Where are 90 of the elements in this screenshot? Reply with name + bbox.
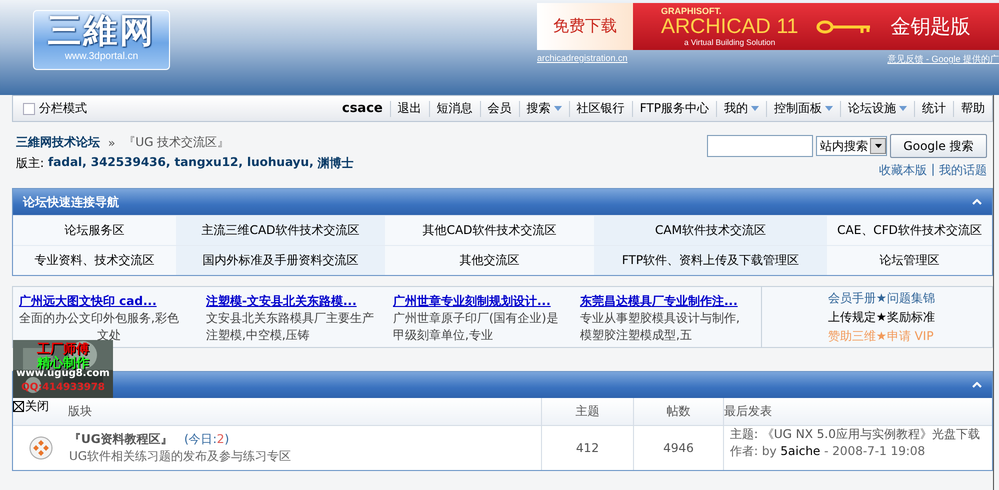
collapse-icon[interactable] — [972, 199, 982, 205]
moderator-link[interactable]: tangxu12 — [174, 155, 238, 172]
column-header: 帖数 — [633, 398, 723, 425]
username-link[interactable]: csace — [334, 100, 390, 116]
last-post-author: 作者: by 5aiche - 2008-7-1 19:08 — [730, 443, 926, 460]
column-mode-checkbox[interactable] — [23, 102, 35, 114]
ad-title-link[interactable]: 东莞昌达模具厂专业制作注... — [580, 293, 761, 310]
toolbar-link[interactable]: 帮助 — [953, 100, 992, 116]
ad-text: QQ:414933978 — [20, 382, 106, 393]
ad-title-link[interactable]: 注塑模-文安县北关东路模... — [206, 293, 387, 310]
forum-icon — [29, 436, 53, 460]
separator-text: , — [309, 155, 314, 171]
separator-text: , — [238, 155, 243, 171]
favorite-link[interactable]: 收藏本版 — [878, 162, 927, 179]
ad-title-link[interactable]: 广州远大图文快印 cad... — [19, 293, 200, 310]
quick-nav-link[interactable]: 论坛管理区 — [827, 245, 992, 275]
toolbar-link[interactable]: 社区银行 — [568, 100, 632, 116]
ad-title-link[interactable]: 广州世章专业刻制规划设计... — [393, 293, 574, 310]
quick-nav-link[interactable]: 其他交流区 — [385, 245, 594, 275]
ad-description: 广州世章原子印厂(国有企业)是 — [393, 310, 560, 327]
today-count: (今日:2) — [183, 432, 230, 446]
toolbar-link[interactable]: FTP服务中心 — [632, 100, 716, 116]
toolbar-link[interactable]: 短消息 — [428, 100, 480, 116]
toolbar-link[interactable]: 退出 — [390, 100, 429, 116]
banner-tagline: a Virtual Building Solution — [683, 38, 776, 47]
notice-link[interactable]: 会员手册★问题集锦 — [828, 289, 992, 308]
post-count: 4946 — [633, 425, 723, 470]
collapse-icon[interactable] — [972, 382, 982, 388]
ad-description: 全面的办公文印外包服务,彩色 — [19, 310, 180, 327]
toolbar-link[interactable]: 我的 — [716, 100, 766, 116]
quick-nav-title: 论坛快速连接导航 — [23, 194, 119, 210]
ad-description: 文安县北关东路模具厂主要生产 — [206, 310, 375, 327]
close-link[interactable]: 关闭 — [25, 398, 49, 415]
notice-link[interactable]: 上传规定★奖励标准 — [828, 308, 992, 327]
last-post-link[interactable]: 主题: 《UG NX 5.0应用与实例教程》光盘下载 — [730, 426, 980, 443]
floating-ad[interactable]: 工厂师傅 精心制作 www.ugug8.com QQ:414933978 — [13, 340, 113, 398]
column-header: 主题 — [541, 398, 633, 425]
banner-brand: GRAPHISOFT. — [661, 6, 723, 16]
search-field[interactable] — [707, 135, 813, 157]
quick-nav-link[interactable]: 国内外标准及手册资料交流区 — [176, 245, 385, 275]
dropdown-caret-icon — [554, 106, 562, 111]
dropdown-caret-icon — [825, 106, 833, 111]
quick-nav-link[interactable]: CAE、CFD软件技术交流区 — [827, 215, 992, 245]
banner-product: ARCHICAD 11 — [661, 16, 798, 38]
ad-banner[interactable]: GRAPHISOFT. ARCHICAD 11 a Virtual Building Solution 金钥匙版 — [633, 3, 999, 50]
my-topics-link[interactable]: 我的话题 — [939, 162, 987, 179]
logo-title: 三維网 — [48, 11, 156, 51]
quick-nav-link[interactable]: CAM软件技术交流区 — [594, 215, 827, 245]
breadcrumb-separator: » — [108, 136, 116, 150]
dropdown-caret-icon — [751, 106, 759, 111]
separator-text: , — [166, 155, 170, 171]
ad-text: 工厂师傅 — [37, 341, 90, 357]
moderators-label: 版主: — [16, 155, 44, 172]
quick-nav-link[interactable]: 专业资料、技术交流区 — [13, 245, 176, 275]
moderator-link[interactable]: luohuayu — [246, 155, 310, 172]
quick-nav-link[interactable]: FTP软件、资料上传及下载管理区 — [594, 245, 827, 275]
key-icon — [816, 18, 872, 34]
topic-count: 412 — [541, 425, 633, 470]
ad-description: 模塑胶注塑模成型,五 — [580, 327, 693, 344]
ad-description: 注塑模,中空模,压铸 — [206, 327, 311, 344]
column-mode-label: 分栏模式 — [39, 100, 87, 117]
toolbar-link[interactable]: 论坛设施 — [840, 100, 914, 116]
breadcrumb-current: 『UG 技术交流区』 — [123, 134, 230, 151]
moderator-link[interactable]: 渊博士 — [318, 155, 354, 172]
breadcrumb-home-link[interactable]: 三維网技术论坛 — [16, 134, 100, 151]
banner-cta[interactable]: 免费下载 — [537, 3, 633, 50]
link-separator: | — [930, 162, 935, 178]
quick-nav-link[interactable]: 论坛服务区 — [13, 215, 176, 245]
search-scope-dropdown[interactable]: 站内搜索 — [816, 136, 887, 156]
quick-nav-link[interactable]: 主流三维CAD软件技术交流区 — [176, 215, 385, 245]
google-search-button[interactable]: Google 搜索 — [890, 134, 987, 158]
toolbar-link[interactable]: 统计 — [914, 100, 953, 116]
column-header: 最后发表 — [723, 398, 992, 425]
forum-description: UG软件相关练习题的发布及参与练习专区 — [69, 448, 292, 465]
dropdown-caret-icon — [899, 106, 907, 111]
quick-nav-link[interactable]: 其他CAD软件技术交流区 — [385, 215, 594, 245]
toolbar-link[interactable]: 控制面板 — [766, 100, 840, 116]
ad-description: 甲级刻章单位,专业 — [393, 327, 494, 344]
separator-text: , — [82, 155, 87, 171]
toolbar-link[interactable]: 搜索 — [518, 100, 569, 116]
logo-url: www.3dportal.cn — [64, 51, 138, 62]
close-icon[interactable] — [13, 401, 24, 412]
moderator-link[interactable]: fadal — [48, 155, 82, 172]
toolbar-link[interactable]: 会员 — [480, 100, 519, 116]
forum-name-link[interactable]: 『UG资料教程区』 — [69, 432, 173, 446]
moderator-link[interactable]: 342539436 — [90, 155, 166, 172]
banner-edition: 金钥匙版 — [890, 13, 970, 40]
ad-description: 专业从事塑胶模具设计与制作, — [580, 310, 741, 327]
ad-text: www.ugug8.com — [15, 368, 111, 379]
dropdown-arrow-icon — [874, 144, 882, 148]
